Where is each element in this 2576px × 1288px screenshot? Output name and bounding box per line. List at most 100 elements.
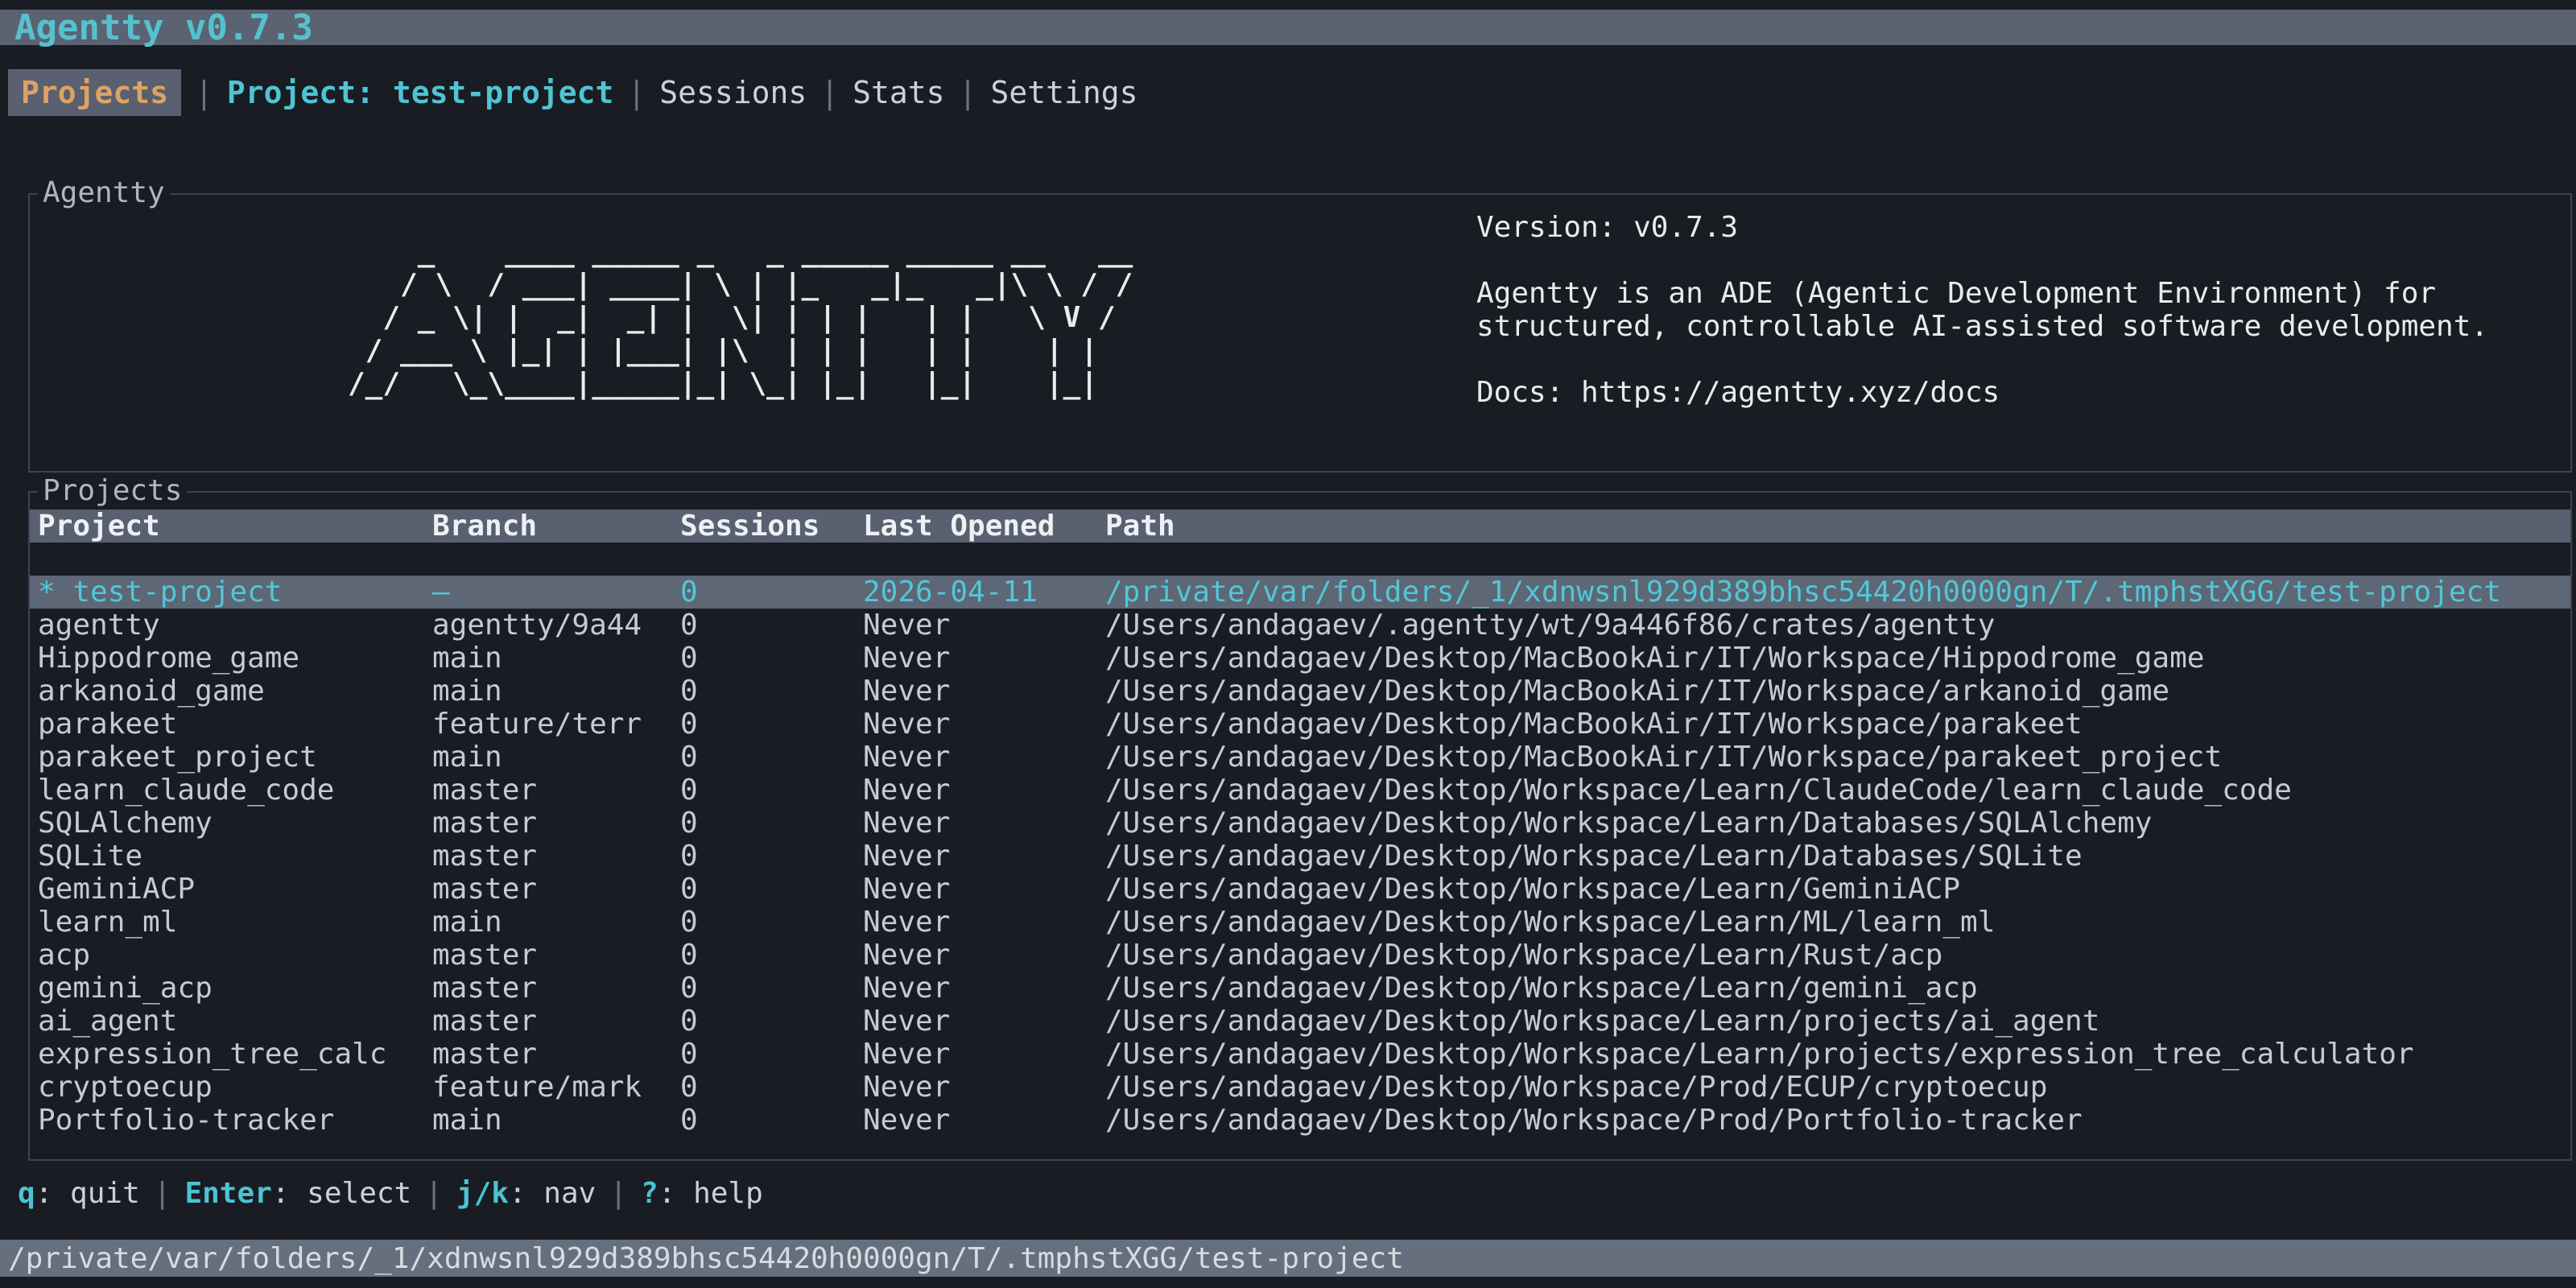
cell-last-opened: Never [863,774,950,807]
cell-last-opened: Never [863,1104,950,1137]
table-row[interactable]: cryptoecup feature/mark 0 Never /Users/a… [30,1071,2570,1104]
help-key-nav: j/k [456,1177,509,1210]
column-header-project: Project [38,510,160,543]
cell-branch: main [432,741,502,774]
table-header: Project Branch Sessions Last Opened Path [30,510,2570,543]
cell-project-name: learn_claude_code [38,774,334,807]
cell-project-name: cryptoecup [38,1071,213,1104]
cell-path: /Users/andagaev/Desktop/MacBookAir/IT/Wo… [1105,642,2204,675]
tab-sessions[interactable]: Sessions [659,75,807,110]
table-row[interactable]: agentty agentty/9a44 0 Never /Users/anda… [30,609,2570,642]
cell-sessions: 0 [680,807,698,840]
tab-stats[interactable]: Stats [852,75,944,110]
cell-sessions: 0 [680,1071,698,1104]
table-row[interactable]: arkanoid_game main 0 Never /Users/andaga… [30,675,2570,708]
cell-branch: master [432,873,537,906]
status-bar: /private/var/folders/_1/xdnwsnl929d389bh… [0,1240,2576,1277]
cell-path: /Users/andagaev/Desktop/MacBookAir/IT/Wo… [1105,708,2083,741]
cell-sessions: 0 [680,675,698,708]
cell-branch: feature/mark [432,1071,642,1104]
help-colon: : [272,1177,307,1210]
cell-project-name: * test-project [38,576,282,609]
cell-branch: agentty/9a44 [432,609,642,642]
cell-path: /Users/andagaev/Desktop/Workspace/Learn/… [1105,840,2083,873]
cell-sessions: 0 [680,972,698,1005]
cell-project-name: parakeet [38,708,177,741]
help-bar: q: quit | Enter: select | j/k: nav | ?: … [18,1174,763,1212]
cell-project-name: expression_tree_calc [38,1038,386,1071]
cell-branch: main [432,675,502,708]
cell-last-opened: Never [863,1038,950,1071]
table-row[interactable]: parakeet feature/terr 0 Never /Users/and… [30,708,2570,741]
cell-project-name: Hippodrome_game [38,642,299,675]
column-header-sessions: Sessions [680,510,819,543]
help-separator: | [154,1177,171,1210]
cell-branch: master [432,1038,537,1071]
cell-path: /Users/andagaev/Desktop/Workspace/Learn/… [1105,1038,2414,1071]
cell-branch: master [432,1005,537,1038]
table-row[interactable]: Portfolio-tracker main 0 Never /Users/an… [30,1104,2570,1137]
cell-branch: main [432,642,502,675]
table-row[interactable]: * test-project – 0 2026-04-11 /private/v… [30,576,2570,609]
table-row[interactable]: ai_agent master 0 Never /Users/andagaev/… [30,1005,2570,1038]
cell-project-name: SQLite [38,840,142,873]
cell-last-opened: Never [863,642,950,675]
table-row[interactable]: gemini_acp master 0 Never /Users/andagae… [30,972,2570,1005]
table-row[interactable]: GeminiACP master 0 Never /Users/andagaev… [30,873,2570,906]
cell-sessions: 0 [680,1005,698,1038]
tab-separator: | [195,75,213,110]
cell-sessions: 0 [680,939,698,972]
table-row[interactable]: expression_tree_calc master 0 Never /Use… [30,1038,2570,1071]
tab-projects[interactable]: Projects [8,69,181,116]
cell-sessions: 0 [680,741,698,774]
tab-bar: Projects | Project: test-project | Sessi… [8,69,1137,116]
cell-sessions: 0 [680,873,698,906]
cell-branch: master [432,774,537,807]
cell-path: /Users/andagaev/Desktop/Workspace/Learn/… [1105,873,1960,906]
help-separator: | [609,1177,627,1210]
cell-sessions: 0 [680,774,698,807]
table-row[interactable]: learn_ml main 0 Never /Users/andagaev/De… [30,906,2570,939]
table-row[interactable]: SQLite master 0 Never /Users/andagaev/De… [30,840,2570,873]
table-row[interactable]: learn_claude_code master 0 Never /Users/… [30,774,2570,807]
help-key-quit: q [18,1177,35,1210]
ascii-logo: _ ____ _____ _ _ _____ _____ __ __ / \ /… [348,235,1133,400]
cell-sessions: 0 [680,609,698,642]
cell-last-opened: Never [863,840,950,873]
help-colon: : [509,1177,543,1210]
projects-table: * test-project – 0 2026-04-11 /private/v… [30,576,2570,1137]
help-action-nav: nav [543,1177,596,1210]
cell-last-opened: Never [863,1005,950,1038]
cell-branch: main [432,906,502,939]
table-row[interactable]: parakeet_project main 0 Never /Users/and… [30,741,2570,774]
tab-settings[interactable]: Settings [990,75,1137,110]
cell-last-opened: Never [863,939,950,972]
cell-last-opened: Never [863,741,950,774]
help-action-quit: quit [70,1177,140,1210]
cell-sessions: 0 [680,1038,698,1071]
cell-project-name: gemini_acp [38,972,213,1005]
cell-project-name: GeminiACP [38,873,195,906]
table-row[interactable]: acp master 0 Never /Users/andagaev/Deskt… [30,939,2570,972]
cell-branch: – [432,576,450,609]
cell-project-name: agentty [38,609,160,642]
cell-project-name: learn_ml [38,906,177,939]
cell-project-name: ai_agent [38,1005,177,1038]
cell-project-name: parakeet_project [38,741,317,774]
cell-path: /Users/andagaev/Desktop/Workspace/Learn/… [1105,807,2152,840]
cell-last-opened: Never [863,609,950,642]
tab-current-project[interactable]: Project: test-project [227,75,613,110]
cell-branch: master [432,807,537,840]
cell-last-opened: Never [863,807,950,840]
cell-project-name: arkanoid_game [38,675,265,708]
cell-path: /private/var/folders/_1/xdnwsnl929d389bh… [1105,576,2501,609]
cell-path: /Users/andagaev/Desktop/Workspace/Prod/E… [1105,1071,2047,1104]
help-colon: : [35,1177,70,1210]
cell-project-name: SQLAlchemy [38,807,213,840]
table-row[interactable]: SQLAlchemy master 0 Never /Users/andagae… [30,807,2570,840]
table-row[interactable]: Hippodrome_game main 0 Never /Users/anda… [30,642,2570,675]
cell-sessions: 0 [680,906,698,939]
cell-last-opened: 2026-04-11 [863,576,1038,609]
help-action-help: help [693,1177,763,1210]
cell-sessions: 0 [680,1104,698,1137]
